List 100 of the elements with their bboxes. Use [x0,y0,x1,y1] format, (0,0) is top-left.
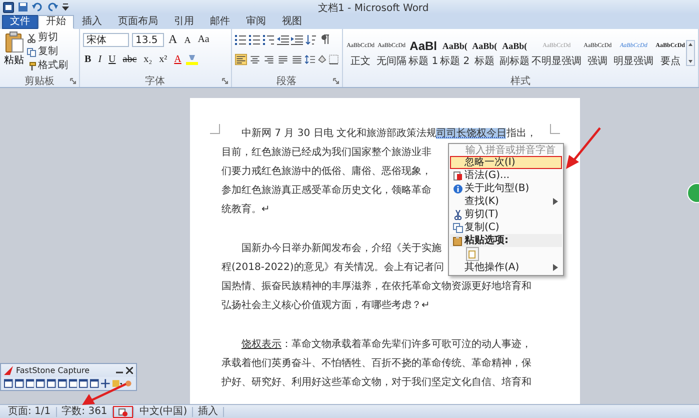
close-icon[interactable] [126,367,133,374]
capture-tool-icon[interactable] [79,379,88,388]
style-preset[interactable]: AaBb( 标题 [470,31,499,75]
style-preset[interactable]: AaBl 标题 1 [408,31,440,75]
menu-item[interactable]: 其他操作(A) [450,261,562,274]
redo-icon[interactable] [47,2,58,12]
menu-hint: 输入拼音或拼音字首 [464,145,556,156]
menu-item[interactable]: 语法(G)... [450,169,562,182]
capture-tool-icon[interactable] [36,379,45,388]
customize-dropdown-icon[interactable] [62,3,69,11]
font-format-button[interactable]: abc [120,54,139,65]
font-format-button[interactable]: Aa [196,34,212,45]
capture-window-title: FastStone Capture [16,366,91,375]
style-preset[interactable]: AaBb( 副标题 [498,31,531,75]
text-line: 统教育。↵ [222,202,270,217]
annotation-arrow [82,383,126,405]
word-logo-icon[interactable] [3,2,14,12]
gallery-scroll-arrows-icon[interactable] [686,40,695,66]
text-line: 目前，红色旅游已经成为我们国家整个旅游业非 [222,146,432,160]
dialog-launcher-icon[interactable] [222,78,228,84]
align-icon[interactable] [262,53,275,66]
font-format-button[interactable]: x₂ [142,54,154,65]
marks-icon[interactable] [318,34,331,45]
paste-button[interactable]: 粘贴 [3,31,25,75]
proofing-status-icon[interactable] [113,406,134,418]
font-format-button[interactable]: A [172,54,184,65]
clipboard-icon [452,236,462,246]
menu-heading: 粘贴选项: [450,234,562,247]
status-item[interactable]: 中文(中国) [134,405,192,418]
scissors-icon [452,210,462,220]
indent-icon[interactable] [290,34,303,45]
menu-item[interactable]: 复制(C) [450,221,562,234]
style-preset[interactable]: AaBb( 标题 2 [439,31,471,75]
undo-icon[interactable] [32,2,43,12]
group-label: 段落 [276,74,297,88]
text-line: 承载着他们英勇奋斗、不怕牺牲、百折不挠的革命传统、革命精神，保 [222,356,532,371]
line-spacing-icon[interactable] [304,54,315,65]
menu-item[interactable]: 剪切(T) [450,208,562,221]
capture-tool-icon[interactable] [26,379,34,388]
borders-icon[interactable] [329,54,339,65]
ribbon-tab[interactable]: 插入 [74,15,110,29]
crop-mark-icon [550,124,560,134]
ribbon-tab[interactable]: 文件 [2,15,38,29]
font-format-button[interactable]: x² [157,54,170,65]
font-format-button[interactable]: I [96,54,104,65]
font-size-field[interactable]: 13.5 [132,32,164,46]
font-format-button[interactable]: A [182,34,193,44]
capture-tool-icon[interactable] [47,379,56,388]
menu-item[interactable]: 关于此句型(B) [450,182,562,195]
ribbon-tab[interactable]: 邮件 [202,15,238,29]
clipboard-icon [4,31,24,53]
group-label: 剪贴板 [24,74,54,88]
text-line: 们要力戒红色旅游中的低俗、庸俗、恶俗现象， [222,164,432,179]
copy-button[interactable]: 复制 [27,45,68,59]
outdent-icon[interactable] [276,34,289,45]
text-line: 饶权表示：革命文物承载着革命先辈们许多可歌可泣的动人事迹， [240,338,532,352]
status-item[interactable]: 页面: 1/1 [3,405,56,418]
format-painter-button[interactable]: 格式刷 [27,59,68,73]
crosshair-icon[interactable] [100,379,110,388]
ribbon-tab[interactable]: 视图 [274,15,310,29]
grammar-icon [452,170,462,180]
group-label: 字体 [145,74,166,88]
highlighter-icon[interactable] [186,54,198,65]
align-icon[interactable] [234,53,247,66]
annotation-arrow [566,127,601,169]
capture-tool-icon[interactable] [14,379,24,388]
paintbrush-icon [27,62,36,70]
numbering-icon[interactable] [248,34,261,45]
ribbon-tab[interactable]: 页面布局 [110,15,166,29]
save-icon[interactable] [18,2,28,12]
crop-mark-icon [210,124,220,134]
font-format-button[interactable]: U [106,54,118,65]
text-line: 程(2018-2022)的意见》有关情况。会上有记者问 [222,260,444,275]
align-icon[interactable] [248,53,261,66]
bullets-icon[interactable] [234,34,247,45]
menu-item[interactable]: 查找(K) [450,195,562,208]
copy-icon [27,48,36,56]
ribbon-tab[interactable]: 审阅 [238,15,274,29]
cut-button[interactable]: 剪切 [27,31,68,45]
menu-item[interactable]: 忽略一次(I) [450,156,562,169]
copy-icon [452,222,462,232]
capture-tool-icon[interactable] [58,379,66,388]
sort-icon[interactable] [304,34,317,45]
font-format-button[interactable]: B [82,54,94,65]
font-format-button[interactable]: A [166,32,180,47]
capture-tool-icon[interactable] [4,379,13,388]
status-item[interactable]: 字数: 361 [56,405,112,418]
capture-tool-icon[interactable] [68,379,78,388]
ribbon-tab[interactable]: 引用 [166,15,202,29]
capture-logo-icon [4,366,13,375]
capture-tool-icon[interactable] [90,379,99,388]
dialog-launcher-icon[interactable] [332,78,339,84]
dialog-launcher-icon[interactable] [70,78,76,84]
align-icon[interactable] [276,53,289,66]
status-item[interactable]: 插入 [193,405,224,418]
align-icon[interactable] [290,53,303,66]
ribbon-tab[interactable]: 开始 [38,15,74,29]
font-name-field[interactable]: 宋体 [82,32,129,46]
multilevel-icon[interactable] [262,34,275,45]
shading-icon[interactable] [316,54,328,65]
